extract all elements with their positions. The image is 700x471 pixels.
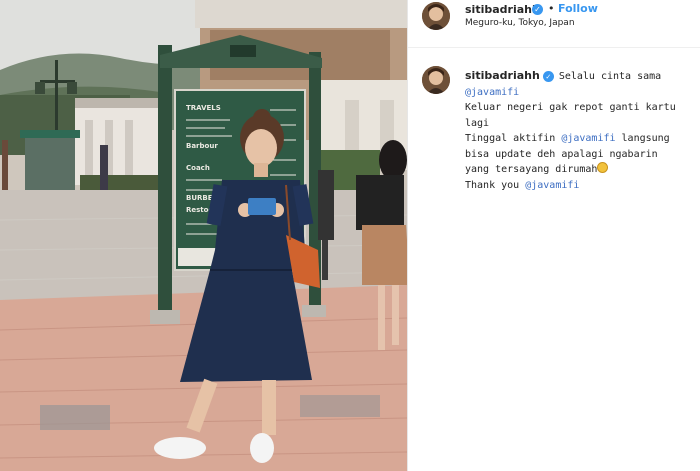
smiling-face-emoji-icon [597, 162, 609, 173]
caption-line-6: bisa update deh apalagi ngabarin [465, 148, 658, 160]
post-header: sitibadriahh ✓ • Follow Meguro-ku, Tokyo… [408, 0, 700, 48]
mention-link[interactable]: @javamifi [561, 133, 615, 144]
caption-line-7: yang tersayang dirumah [465, 164, 598, 175]
username[interactable]: sitibadriahh [465, 3, 540, 16]
caption-line-5-post: langsung [615, 133, 670, 144]
caption-username[interactable]: sitibadriahh [465, 69, 540, 82]
verified-badge-icon: ✓ [532, 4, 543, 15]
profile-picture [422, 2, 450, 30]
post-photo[interactable]: TRAVELS Barbour Coach BURBERRY Restock [0, 0, 407, 471]
post-sidebar: sitibadriahh ✓ • Follow Meguro-ku, Tokyo… [407, 0, 700, 471]
caption-line-4: lagi [465, 117, 490, 129]
caption-line-3: Keluar negeri gak repot ganti kartu [465, 102, 676, 113]
outlet-mall-photo: TRAVELS Barbour Coach BURBERRY Restock [0, 0, 407, 471]
caption-line-1: Selalu cinta sama [558, 71, 662, 82]
avatar[interactable] [422, 2, 450, 30]
caption-line-8-pre: Thank you [465, 179, 526, 191]
sign-line-3: Coach [186, 164, 210, 172]
caption-line-5-pre: Tinggal aktifin [465, 133, 562, 144]
avatar[interactable] [422, 66, 450, 94]
verified-badge-icon: ✓ [542, 70, 554, 82]
caption-text: sitibadriahh ✓ Selalu cinta sama @javamifi… [465, 68, 695, 193]
separator-dot: • [548, 2, 555, 15]
follow-button[interactable]: Follow [558, 2, 598, 15]
mention-link[interactable]: @javamifi [465, 87, 519, 98]
mention-link[interactable]: @javamifi [525, 180, 579, 191]
sign-line-1: TRAVELS [186, 104, 221, 112]
profile-picture [422, 66, 450, 94]
sign-line-2: Barbour [186, 142, 218, 150]
location-link[interactable]: Meguro-ku, Tokyo, Japan [465, 18, 575, 28]
